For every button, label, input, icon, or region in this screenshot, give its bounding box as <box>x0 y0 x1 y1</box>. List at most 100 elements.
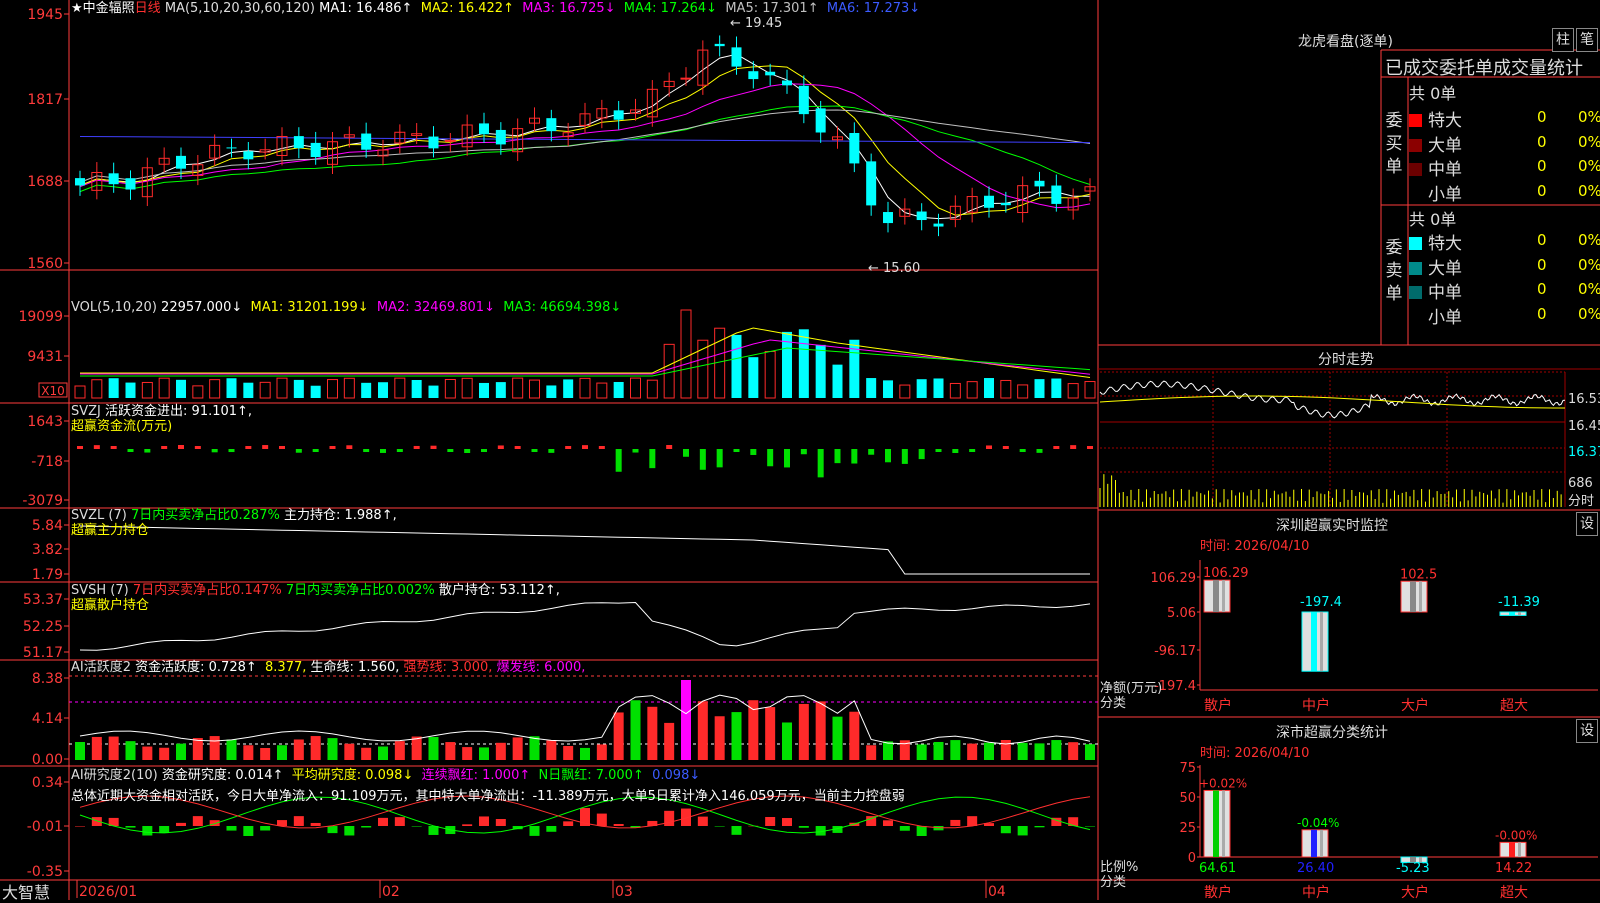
ai-active-bar <box>75 742 85 760</box>
svzj-bar <box>1036 449 1043 453</box>
ai-active-bar <box>495 742 506 760</box>
ai-active-bar <box>681 680 691 760</box>
volume-bar <box>613 381 624 398</box>
classify-title: 深市超赢分类统计 <box>1276 725 1388 741</box>
svzl-tick: 5.84 <box>32 518 63 534</box>
candle-body <box>176 155 186 169</box>
ai-research-bar <box>327 826 338 834</box>
monitor-value-label: -11.39 <box>1498 595 1540 610</box>
ai-research-bar <box>950 819 961 826</box>
x10-unit: X10 <box>41 384 65 398</box>
candle-body <box>883 212 893 224</box>
ai-active-bar <box>697 701 708 760</box>
svzj-bar <box>1087 446 1093 449</box>
svzj-tick: -718 <box>31 454 63 470</box>
svzj-bar <box>868 449 875 455</box>
svzj-bar <box>413 445 420 449</box>
ai-research-bar <box>378 817 388 826</box>
ai-active-bar <box>1017 742 1028 760</box>
ai-research-tick: -0.35 <box>27 864 63 880</box>
bar-mode-button[interactable]: 柱 <box>1552 28 1574 52</box>
svsh-header: SVSH (7) 7日内买卖净占比0.147% 7日内买卖净占比0.002% 散… <box>71 583 560 613</box>
ai-active-bar <box>479 747 489 760</box>
brand-logo: 大智慧 <box>2 883 51 902</box>
ai-research-bar <box>664 810 675 826</box>
classify-bar-stripe <box>1509 842 1515 857</box>
svzj-bar <box>430 445 437 449</box>
svzj-bar <box>161 446 168 449</box>
color-swatch <box>1409 286 1422 299</box>
x-axis-label: 2026/01 <box>79 884 137 900</box>
monitor-bar <box>1301 611 1329 672</box>
star-icon[interactable]: ★ <box>71 1 83 16</box>
classify-tick: 50 <box>1179 791 1196 806</box>
ai-research-bar <box>428 826 439 835</box>
ai-active-bar <box>630 700 641 760</box>
candle-body <box>226 147 237 149</box>
ai-active-bar <box>125 741 136 760</box>
ai-research-bar <box>765 817 776 826</box>
ai-research-bar <box>277 820 287 826</box>
candle-body <box>782 80 792 86</box>
monitor-settings-button[interactable]: 设 <box>1576 512 1598 536</box>
row-count: 0 <box>1537 231 1547 249</box>
volume-bar <box>630 377 641 399</box>
volume-bar <box>680 309 692 399</box>
row-pct: 0% <box>1578 157 1600 175</box>
row-name: 特大 <box>1428 111 1462 131</box>
volume-tick: 19099 <box>18 309 63 325</box>
pen-mode-button[interactable]: 笔 <box>1576 28 1598 52</box>
price-tick: 1817 <box>27 92 63 108</box>
ai-active-bar <box>411 736 422 760</box>
period-label[interactable]: 日线 <box>135 1 161 16</box>
price-tick: 1560 <box>27 256 63 272</box>
candle-body <box>849 132 860 164</box>
svzj-tick: 1643 <box>27 414 63 430</box>
row-name: 小单 <box>1428 184 1462 205</box>
row-pct: 0% <box>1578 304 1600 323</box>
svzj-bar <box>245 446 252 449</box>
svzj-bar <box>565 446 572 449</box>
vol-label: VOL(5,10,20) <box>71 300 157 315</box>
ai-research-bar <box>243 826 254 836</box>
dragon-title: 龙虎看盘(逐单) <box>1298 34 1393 50</box>
volume-bar <box>276 377 288 399</box>
volume-bar <box>259 381 271 399</box>
ai-research-bar <box>142 826 153 836</box>
classify-settings-button[interactable]: 设 <box>1576 719 1598 743</box>
row-count: 0 <box>1537 157 1547 175</box>
volume-bar <box>495 382 506 398</box>
ai-research-bar <box>798 826 809 828</box>
color-swatch <box>1409 261 1422 275</box>
svzj-bar <box>178 445 184 449</box>
ai-research-bar <box>1034 826 1045 828</box>
svzl-tick: 3.82 <box>32 542 63 558</box>
monitor-bar <box>1400 580 1428 613</box>
ai-active-bar <box>1051 740 1062 760</box>
ai-active-tick: 8.38 <box>32 671 63 687</box>
svzj-bar <box>1070 445 1077 449</box>
sell-label: 委卖单 <box>1385 238 1403 304</box>
svzj-bar <box>312 449 319 452</box>
volume-bar <box>1067 383 1079 399</box>
ai-active-t5: 爆发线: 6.000, <box>496 660 586 675</box>
svzj-bar <box>716 449 723 468</box>
svzj-bar <box>649 449 656 469</box>
volume-bar <box>361 382 372 398</box>
classify-bar <box>1499 841 1527 858</box>
volume-bar <box>141 381 153 399</box>
ai-active-bar <box>1085 744 1095 760</box>
svzj-bar <box>615 449 622 472</box>
svsh-tick: 52.25 <box>23 619 63 635</box>
monitor-tick: -96.17 <box>1154 644 1196 659</box>
ai-active-bar <box>209 736 220 760</box>
svzj-bar <box>127 449 134 452</box>
row-count: 0 <box>1537 255 1547 274</box>
svzl-header: SVZL (7) 7日内买卖净占比0.287% 主力持仓: 1.988↑, 超赢… <box>71 508 397 538</box>
volume-bar <box>984 378 994 398</box>
candle-body <box>361 133 372 150</box>
volume-bar <box>378 382 388 398</box>
candle-body <box>714 43 725 47</box>
ai-research-bar <box>883 820 893 826</box>
dragon-tabs[interactable]: 已成交委托单成交量统计 <box>1385 54 1583 80</box>
